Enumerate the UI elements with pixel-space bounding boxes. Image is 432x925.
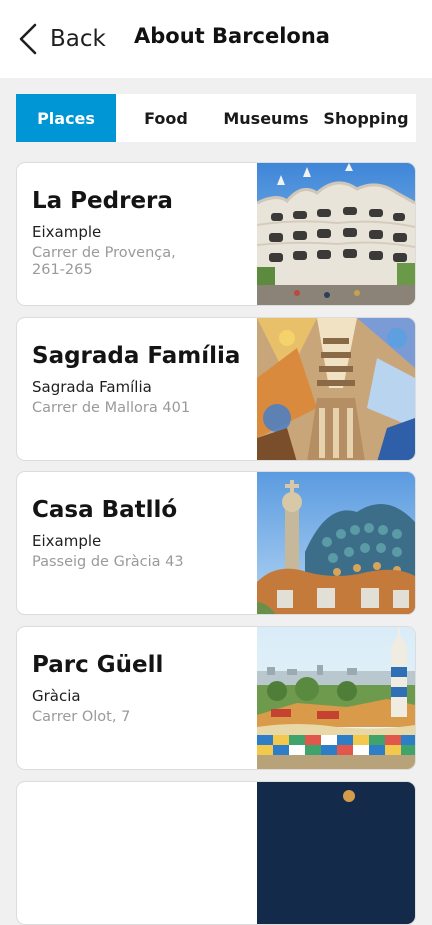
partial-place-photo: [257, 782, 415, 924]
place-district: Eixample: [32, 532, 102, 550]
place-address: Carrer Olot, 7: [32, 709, 131, 725]
place-district: Sagrada Família: [32, 378, 152, 396]
place-card-la-pedrera[interactable]: La Pedrera Eixample Carrer de Provença, …: [16, 162, 416, 306]
place-name: Parc Güell: [32, 652, 164, 678]
place-district: Gràcia: [32, 687, 81, 705]
casa-batllo-photo: [257, 472, 415, 614]
category-tabs: Places Food Museums Shopping: [16, 94, 416, 142]
tab-museums[interactable]: Museums: [216, 94, 316, 142]
place-name: La Pedrera: [32, 188, 173, 214]
place-card-casa-batllo[interactable]: Casa Batlló Eixample Passeig de Gràcia 4…: [16, 471, 416, 615]
place-address: Carrer de Mallora 401: [32, 400, 191, 416]
tab-shopping[interactable]: Shopping: [316, 94, 416, 142]
place-card-parc-guell[interactable]: Parc Güell Gràcia Carrer Olot, 7: [16, 626, 416, 770]
tab-places[interactable]: Places: [16, 94, 116, 142]
tab-food[interactable]: Food: [116, 94, 216, 142]
place-card-partial[interactable]: [16, 781, 416, 925]
place-name: Sagrada Família: [32, 343, 241, 369]
la-pedrera-photo: [257, 163, 415, 305]
place-name: Casa Batlló: [32, 497, 178, 523]
place-district: Eixample: [32, 223, 102, 241]
place-address: Carrer de Provença, 261-265: [32, 245, 176, 278]
page-title: About Barcelona: [134, 24, 330, 48]
back-label: Back: [50, 26, 106, 52]
sagrada-familia-photo: [257, 318, 415, 460]
place-address: Passeig de Gràcia 43: [32, 554, 184, 570]
chevron-left-icon: [19, 23, 37, 55]
parc-guell-photo: [257, 627, 415, 769]
place-card-sagrada-familia[interactable]: Sagrada Família Sagrada Família Carrer d…: [16, 317, 416, 461]
app-header: Back About Barcelona: [0, 0, 432, 78]
back-button[interactable]: Back: [18, 18, 106, 60]
